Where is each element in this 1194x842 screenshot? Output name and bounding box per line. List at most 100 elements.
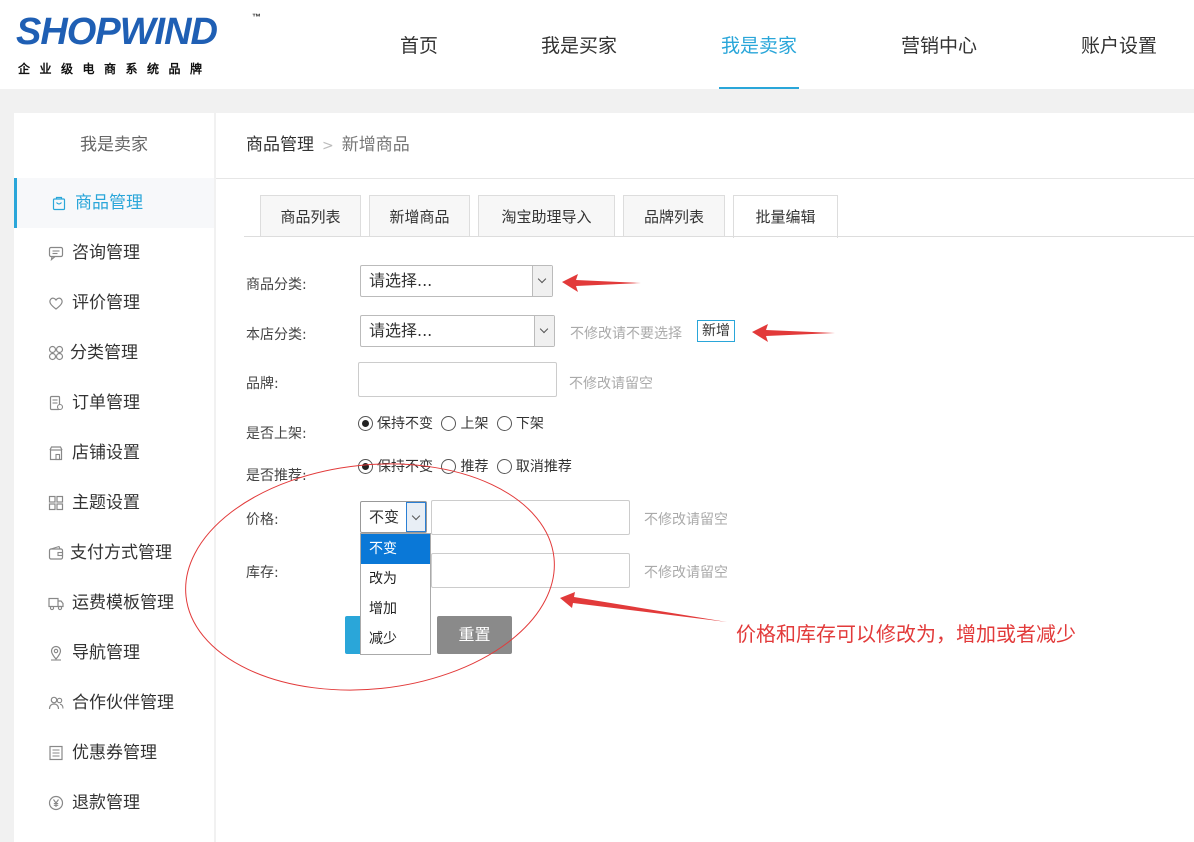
annotation-text: 价格和库存可以修改为，增加或者减少 xyxy=(736,622,1076,646)
sidebar-item-review[interactable]: 评价管理 xyxy=(14,278,214,328)
reset-button[interactable]: 重置 xyxy=(437,616,512,654)
tab-brand-list[interactable]: 品牌列表 xyxy=(623,195,725,237)
recommend-label: 是否推荐: xyxy=(246,468,307,484)
sidebar-item-category[interactable]: 分类管理 xyxy=(14,328,214,378)
nav-seller[interactable]: 我是卖家 xyxy=(719,0,799,89)
price-hint: 不修改请留空 xyxy=(644,512,728,528)
sidebar-title: 我是卖家 xyxy=(80,135,148,155)
sidebar-item-label: 主题设置 xyxy=(72,493,140,513)
recommend-keep-label: 保持不变 xyxy=(377,459,433,475)
sidebar-item-label: 评价管理 xyxy=(72,293,140,313)
stock-hint: 不修改请留空 xyxy=(644,565,728,581)
shop-icon xyxy=(49,446,63,461)
logo-tagline: 企业级电商系统品牌 xyxy=(18,62,212,76)
sidebar-item-label: 订单管理 xyxy=(72,393,140,413)
top-header: SHOPWIND ™ 企业级电商系统品牌 首页 我是买家 我是卖家 营销中心 账… xyxy=(0,0,1194,89)
grid-circles-icon xyxy=(48,345,64,361)
brand-input[interactable] xyxy=(358,362,557,397)
on-shelf-keep-label: 保持不变 xyxy=(377,416,433,432)
sidebar-item-partners[interactable]: 合作伙伴管理 xyxy=(14,678,214,728)
header-divider xyxy=(216,178,1194,179)
sidebar-item-shop[interactable]: 店铺设置 xyxy=(14,428,214,478)
sidebar-item-label: 运费模板管理 xyxy=(72,593,174,613)
logo-trademark: ™ xyxy=(252,12,261,22)
truck-icon xyxy=(48,597,64,611)
sidebar-item-label: 合作伙伴管理 xyxy=(72,693,174,713)
on-shelf-keep-radio[interactable] xyxy=(358,416,373,431)
on-shelf-label: 是否上架: xyxy=(246,426,307,442)
tab-goods-list[interactable]: 商品列表 xyxy=(260,195,361,237)
recommend-cancel-label: 取消推荐 xyxy=(515,459,572,475)
recommend-keep-radio[interactable] xyxy=(358,459,373,474)
sidebar-item-theme[interactable]: 主题设置 xyxy=(14,478,214,528)
on-shelf-radio-group: 保持不变 上架 下架 xyxy=(358,414,544,434)
wallet-icon xyxy=(48,545,64,560)
bag-icon xyxy=(52,196,66,211)
chevron-down-icon xyxy=(406,502,426,532)
on-shelf-up-label: 上架 xyxy=(460,416,489,432)
store-category-hint: 不修改请不要选择 xyxy=(570,326,682,342)
sidebar-item-label: 优惠券管理 xyxy=(72,743,157,763)
sidebar-item-coupons[interactable]: 优惠券管理 xyxy=(14,728,214,778)
recommend-cancel-radio[interactable] xyxy=(496,459,512,474)
add-store-category-button[interactable]: 新增 xyxy=(697,320,735,342)
tabs-baseline xyxy=(244,236,1194,237)
store-category-select[interactable]: 请选择... xyxy=(360,315,555,347)
sidebar-item-shipping[interactable]: 运费模板管理 xyxy=(14,578,214,628)
store-category-label: 本店分类: xyxy=(246,327,307,343)
recommend-radio-group: 保持不变 推荐 取消推荐 xyxy=(358,457,572,477)
dropdown-option-decrease[interactable]: 减少 xyxy=(361,624,430,654)
dropdown-option-increase[interactable]: 增加 xyxy=(361,594,430,624)
sidebar-item-consult[interactable]: 咨询管理 xyxy=(14,228,214,278)
category-label: 商品分类: xyxy=(246,277,307,293)
sidebar-item-label: 店铺设置 xyxy=(72,443,140,463)
people-icon xyxy=(48,696,64,710)
sidebar-item-navigation[interactable]: 导航管理 xyxy=(14,628,214,678)
store-category-select-value: 请选择... xyxy=(369,321,433,340)
price-input[interactable] xyxy=(431,500,630,535)
breadcrumb-parent[interactable]: 商品管理 xyxy=(246,135,314,155)
sidebar-item-label: 导航管理 xyxy=(72,643,140,663)
category-select[interactable]: 请选择... xyxy=(360,265,553,297)
breadcrumb-separator: > xyxy=(322,138,334,154)
recommend-yes-label: 推荐 xyxy=(460,459,489,475)
breadcrumb: 商品管理 > 新增商品 xyxy=(246,113,410,178)
order-icon xyxy=(49,395,64,411)
price-operation-value: 不变 xyxy=(369,508,400,526)
recommend-yes-radio[interactable] xyxy=(441,459,457,474)
tab-batch-edit[interactable]: 批量编辑 xyxy=(733,195,838,238)
tab-add-goods[interactable]: 新增商品 xyxy=(369,195,470,237)
nav-buyer[interactable]: 我是买家 xyxy=(534,0,624,89)
on-shelf-down-label: 下架 xyxy=(515,416,544,432)
stock-label: 库存: xyxy=(246,565,279,581)
sidebar-item-goods[interactable]: 商品管理 xyxy=(14,178,214,228)
on-shelf-up-radio[interactable] xyxy=(441,416,457,431)
brand-logo[interactable]: SHOPWIND ™ 企业级电商系统品牌 xyxy=(16,10,266,80)
nav-home[interactable]: 首页 xyxy=(384,0,454,89)
nav-marketing[interactable]: 营销中心 xyxy=(894,0,984,89)
coupon-icon xyxy=(49,745,63,761)
logo-wordmark: SHOPWIND xyxy=(16,11,218,53)
tab-taobao-import[interactable]: 淘宝助理导入 xyxy=(478,195,615,237)
sidebar-item-label: 支付方式管理 xyxy=(70,543,172,563)
price-operation-dropdown: 不变 改为 增加 减少 xyxy=(360,533,431,655)
chevron-down-icon xyxy=(532,266,552,296)
nav-account[interactable]: 账户设置 xyxy=(1074,0,1164,89)
sidebar-item-label: 分类管理 xyxy=(70,343,138,363)
sidebar-item-orders[interactable]: 订单管理 xyxy=(14,378,214,428)
breadcrumb-current: 新增商品 xyxy=(341,135,410,155)
dropdown-option-unchanged[interactable]: 不变 xyxy=(361,534,430,564)
sidebar-item-payment[interactable]: 支付方式管理 xyxy=(14,528,214,578)
heart-icon xyxy=(49,297,63,310)
sidebar-item-refunds[interactable]: 退款管理 xyxy=(14,778,214,828)
chat-icon xyxy=(48,246,64,261)
sidebar: 我是卖家 商品管理 咨询管理 评价管理 分类管理 订单管理 店铺设置 主题设置 … xyxy=(14,113,214,842)
on-shelf-down-radio[interactable] xyxy=(496,416,512,431)
theme-grid-icon xyxy=(48,495,64,511)
stock-input[interactable] xyxy=(431,553,630,588)
price-operation-select[interactable]: 不变 xyxy=(360,501,427,533)
chevron-down-icon xyxy=(534,316,554,346)
sidebar-item-label: 咨询管理 xyxy=(72,243,140,263)
sidebar-item-label: 商品管理 xyxy=(75,193,143,213)
dropdown-option-set[interactable]: 改为 xyxy=(361,564,430,594)
